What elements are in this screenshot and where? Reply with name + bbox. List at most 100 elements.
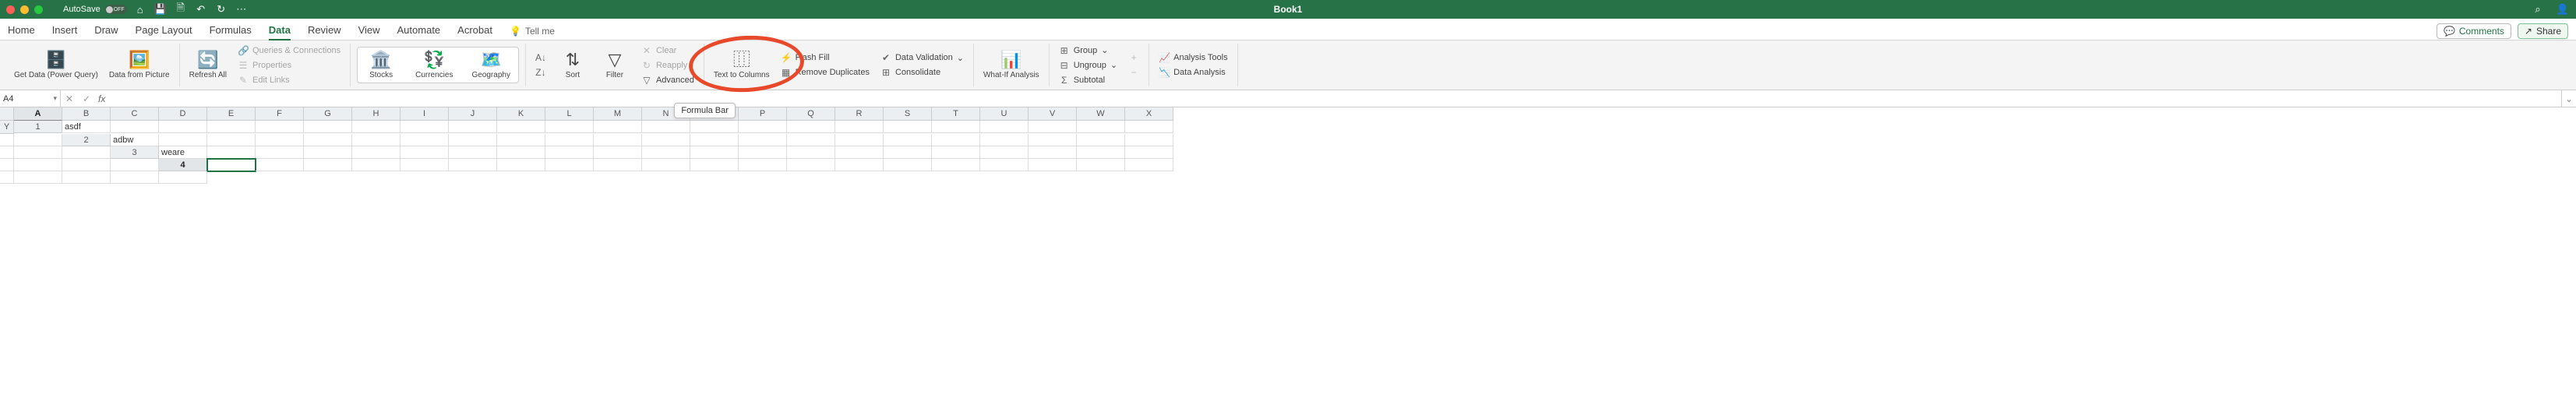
group-button[interactable]: ⊞Group ⌄ [1056, 44, 1120, 57]
row-header[interactable]: 1 [14, 121, 62, 133]
cell[interactable] [594, 121, 642, 133]
cell[interactable] [690, 134, 739, 146]
cell[interactable] [14, 171, 62, 184]
column-header[interactable]: P [739, 107, 787, 121]
reapply-button[interactable]: ↻Reapply [638, 59, 697, 72]
cell[interactable] [304, 159, 352, 171]
column-header[interactable]: F [256, 107, 304, 121]
cell[interactable] [1029, 159, 1077, 171]
cell[interactable] [1077, 134, 1125, 146]
cell[interactable] [207, 146, 256, 159]
cell[interactable] [1077, 159, 1125, 171]
cell[interactable]: asdf [62, 121, 111, 133]
cell[interactable] [739, 134, 787, 146]
cell[interactable] [14, 159, 62, 171]
cell[interactable] [1029, 134, 1077, 146]
column-header[interactable]: C [111, 107, 159, 121]
cell[interactable] [304, 146, 352, 159]
tab-draw[interactable]: Draw [94, 21, 118, 40]
column-header[interactable]: W [1077, 107, 1125, 121]
cell[interactable] [0, 171, 14, 184]
cell[interactable] [835, 134, 884, 146]
cell[interactable] [1029, 146, 1077, 159]
cell[interactable] [739, 121, 787, 133]
cell[interactable] [642, 121, 690, 133]
cell[interactable] [352, 146, 401, 159]
tab-home[interactable]: Home [8, 21, 35, 40]
home-icon[interactable]: ⌂ [133, 2, 147, 16]
cell[interactable]: adbw [111, 134, 159, 146]
tab-automate[interactable]: Automate [397, 21, 441, 40]
cell[interactable] [304, 134, 352, 146]
tab-acrobat[interactable]: Acrobat [457, 21, 492, 40]
cell[interactable] [111, 121, 159, 133]
column-header[interactable]: V [1029, 107, 1077, 121]
share-people-icon[interactable]: 👤 [2556, 2, 2570, 16]
cell[interactable] [642, 146, 690, 159]
cell[interactable] [545, 134, 594, 146]
queries-connections-button[interactable]: 🔗Queries & Connections [235, 44, 344, 57]
get-data-button[interactable]: 🗄️Get Data (Power Query) [11, 49, 101, 81]
flash-fill-button[interactable]: ⚡Flash Fill [778, 51, 873, 64]
cell[interactable] [62, 159, 111, 171]
name-box[interactable]: A4 ▾ [0, 90, 61, 107]
cell[interactable] [111, 171, 159, 184]
column-header[interactable]: E [207, 107, 256, 121]
cell[interactable] [497, 134, 545, 146]
cell[interactable] [0, 146, 14, 159]
cell[interactable] [835, 146, 884, 159]
cell[interactable] [1077, 121, 1125, 133]
tab-formulas[interactable]: Formulas [210, 21, 252, 40]
cell[interactable] [14, 134, 62, 146]
column-header[interactable]: G [304, 107, 352, 121]
cell[interactable] [545, 146, 594, 159]
cell[interactable] [787, 146, 835, 159]
enter-formula-button[interactable]: ✓ [78, 93, 95, 104]
cell[interactable] [642, 134, 690, 146]
cell[interactable] [256, 134, 304, 146]
cell[interactable] [545, 159, 594, 171]
select-all-corner[interactable] [0, 107, 14, 121]
row-header[interactable]: 4 [159, 159, 207, 171]
properties-button[interactable]: ☰Properties [235, 59, 344, 72]
cell[interactable] [449, 159, 497, 171]
hide-detail-button[interactable]: − [1125, 66, 1142, 79]
cell[interactable] [932, 159, 980, 171]
expand-formula-bar-button[interactable]: ⌄ [2562, 93, 2576, 104]
column-header[interactable]: Q [787, 107, 835, 121]
cell[interactable] [787, 159, 835, 171]
cell[interactable] [352, 134, 401, 146]
minimize-window-button[interactable] [20, 5, 29, 14]
cell[interactable] [401, 146, 449, 159]
cell[interactable] [690, 146, 739, 159]
column-header[interactable]: R [835, 107, 884, 121]
column-header[interactable]: H [352, 107, 401, 121]
cell[interactable] [884, 146, 932, 159]
tab-page-layout[interactable]: Page Layout [136, 21, 192, 40]
cell[interactable] [835, 121, 884, 133]
cell[interactable] [835, 159, 884, 171]
cell[interactable] [787, 134, 835, 146]
column-header[interactable]: I [401, 107, 449, 121]
remove-duplicates-button[interactable]: ▦Remove Duplicates [778, 66, 873, 79]
cell[interactable] [449, 134, 497, 146]
search-icon[interactable]: ⌕ [2531, 2, 2545, 16]
cell[interactable] [256, 121, 304, 133]
sort-asc-button[interactable]: A↓ [532, 51, 549, 64]
column-header[interactable]: D [159, 107, 207, 121]
data-validation-button[interactable]: ✔Data Validation ⌄ [877, 51, 967, 64]
column-header[interactable]: K [497, 107, 545, 121]
cancel-formula-button[interactable]: ✕ [61, 93, 78, 104]
cell[interactable] [690, 159, 739, 171]
advanced-filter-button[interactable]: ▽Advanced [638, 74, 697, 86]
cell[interactable] [1125, 146, 1173, 159]
maximize-window-button[interactable] [34, 5, 43, 14]
cell[interactable] [594, 146, 642, 159]
cell[interactable] [932, 134, 980, 146]
comments-button[interactable]: 💬 Comments [2437, 23, 2511, 39]
data-analysis-button[interactable]: 📉Data Analysis [1156, 66, 1231, 79]
show-detail-button[interactable]: + [1125, 51, 1142, 64]
cell[interactable] [980, 134, 1029, 146]
cell[interactable] [642, 159, 690, 171]
cell[interactable] [787, 121, 835, 133]
